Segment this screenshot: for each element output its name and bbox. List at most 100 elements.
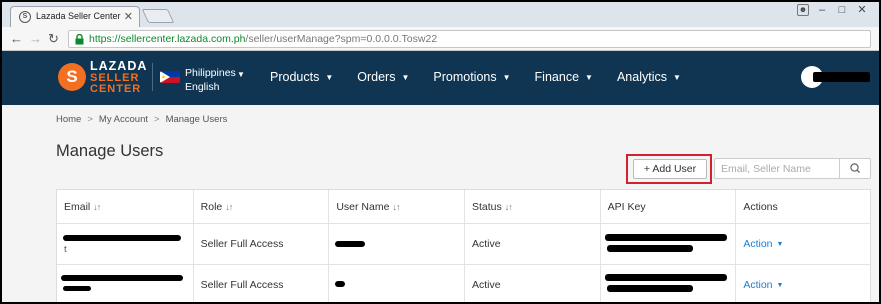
tab-title: Lazada Seller Center xyxy=(36,11,121,21)
new-tab-button[interactable] xyxy=(141,9,175,23)
menu-item-analytics[interactable]: Analytics ▼ xyxy=(617,70,681,84)
column-label: Status xyxy=(472,200,502,213)
menu-item-finance[interactable]: Finance ▼ xyxy=(535,70,593,84)
column-header-status[interactable]: Status ↓↑ xyxy=(465,190,601,223)
status-text: Active xyxy=(472,238,501,250)
add-user-button[interactable]: + Add User xyxy=(633,159,707,179)
menu-item-label: Products xyxy=(270,70,320,84)
column-label: Actions xyxy=(743,200,778,213)
chevron-down-icon: ▼ xyxy=(325,72,334,82)
actions-cell: Action ▼ xyxy=(736,265,870,302)
column-label: API Key xyxy=(607,200,646,213)
breadcrumb: Home > My Account > Manage Users xyxy=(56,114,227,125)
api-key-cell xyxy=(601,265,737,302)
api-key-cell xyxy=(601,224,737,264)
tab-close-icon[interactable]: ✕ xyxy=(124,10,133,23)
browser-window: S Lazada Seller Center ✕ ☻ – □ ✕ ← → ↻ h… xyxy=(2,2,879,302)
url-field[interactable]: https://sellercenter.lazada.com.ph/selle… xyxy=(68,30,871,48)
redacted-api-key xyxy=(606,245,693,252)
chevron-down-icon[interactable]: ▼ xyxy=(777,282,784,289)
redacted-email xyxy=(63,286,91,291)
philippines-flag-icon xyxy=(160,71,180,83)
logo-line-3: CENTER xyxy=(90,83,142,95)
browser-tab[interactable]: S Lazada Seller Center ✕ xyxy=(10,6,140,27)
status-text: Active xyxy=(472,279,501,291)
action-dropdown[interactable]: Action xyxy=(743,279,772,291)
redacted-api-key xyxy=(606,285,693,292)
sort-icon[interactable]: ↓↑ xyxy=(225,202,233,212)
status-cell: Active xyxy=(465,265,601,302)
address-bar: ← → ↻ https://sellercenter.lazada.com.ph… xyxy=(2,27,879,51)
search-input[interactable] xyxy=(715,159,840,178)
action-dropdown[interactable]: Action xyxy=(743,238,772,250)
redacted-email xyxy=(63,235,181,241)
redacted-api-key xyxy=(604,234,727,241)
sort-icon[interactable]: ↓↑ xyxy=(93,202,101,212)
chevron-down-icon: ▼ xyxy=(401,72,410,82)
profile-icon[interactable]: ☻ xyxy=(797,4,809,16)
seller-top-nav: S LAZADA SELLER CENTER Philippines Engli… xyxy=(2,51,879,105)
column-header-role[interactable]: Role ↓↑ xyxy=(194,190,330,223)
country-label: Philippines xyxy=(185,67,236,79)
role-text: Seller Full Access xyxy=(200,238,284,250)
role-text: Seller Full Access xyxy=(200,279,284,291)
column-header-user-name[interactable]: User Name ↓↑ xyxy=(329,190,465,223)
user-name-cell xyxy=(329,265,465,302)
column-header-actions: Actions xyxy=(736,190,870,223)
sort-icon[interactable]: ↓↑ xyxy=(392,202,400,212)
column-label: Email xyxy=(64,200,91,213)
chevron-down-icon: ▼ xyxy=(502,72,511,82)
sort-icon[interactable]: ↓↑ xyxy=(505,202,513,212)
redacted-user-name xyxy=(335,281,346,287)
lazada-logo-text[interactable]: LAZADA SELLER CENTER xyxy=(90,60,146,95)
forward-arrow-icon[interactable]: → xyxy=(29,31,42,46)
breadcrumb-home[interactable]: Home xyxy=(56,114,81,125)
menu-item-promotions[interactable]: Promotions ▼ xyxy=(433,70,510,84)
chevron-down-icon[interactable]: ▼ xyxy=(777,241,784,248)
email-cell: t xyxy=(57,224,194,264)
main-menu: Products ▼ Orders ▼ Promotions ▼ Finance ▼ A… xyxy=(270,70,705,84)
breadcrumb-my-account[interactable]: My Account xyxy=(99,114,148,125)
maximize-icon[interactable]: □ xyxy=(835,4,849,16)
lazada-logo-icon[interactable]: S xyxy=(58,63,86,91)
language-label: English xyxy=(185,81,220,93)
back-arrow-icon[interactable]: ← xyxy=(10,31,23,46)
close-window-icon[interactable]: ✕ xyxy=(855,4,869,16)
tab-strip: S Lazada Seller Center ✕ ☻ – □ ✕ xyxy=(2,2,879,27)
redacted-user-name xyxy=(335,241,366,247)
email-cell xyxy=(57,265,194,302)
role-cell: Seller Full Access xyxy=(194,224,330,264)
search-box xyxy=(714,158,871,179)
column-header-api-key: API Key xyxy=(601,190,737,223)
breadcrumb-separator: > xyxy=(154,114,160,125)
chevron-down-icon: ▼ xyxy=(672,72,681,82)
user-name-cell xyxy=(329,224,465,264)
menu-item-label: Finance xyxy=(534,70,580,84)
actions-cell: Action ▼ xyxy=(736,224,870,264)
redacted-account-name xyxy=(813,72,870,82)
table-row: Seller Full Access Active Action ▼ xyxy=(57,265,870,302)
url-text: https://sellercenter.lazada.com.ph/selle… xyxy=(89,33,437,45)
page-title: Manage Users xyxy=(56,142,164,160)
column-label: Role xyxy=(200,200,223,213)
menu-item-orders[interactable]: Orders ▼ xyxy=(357,70,409,84)
lock-icon xyxy=(75,34,84,45)
redacted-api-key xyxy=(604,274,727,281)
main-content: Home > My Account > Manage Users Manage … xyxy=(2,105,879,302)
nav-divider xyxy=(152,63,153,91)
search-button[interactable] xyxy=(839,159,870,178)
country-selector[interactable]: Philippines English xyxy=(185,66,236,94)
menu-item-label: Analytics xyxy=(616,70,667,84)
minimize-icon[interactable]: – xyxy=(815,4,829,16)
lazada-favicon-icon: S xyxy=(19,11,31,23)
table-row: t Seller Full Access Active Action ▼ xyxy=(57,224,870,265)
url-path: /seller/userManage?spm=0.0.0.0.Tosw22 xyxy=(245,33,438,45)
chevron-down-icon[interactable]: ▼ xyxy=(237,70,245,79)
menu-item-products[interactable]: Products ▼ xyxy=(270,70,333,84)
status-cell: Active xyxy=(465,224,601,264)
window-controls: ☻ – □ ✕ xyxy=(797,4,869,16)
reload-icon[interactable]: ↻ xyxy=(48,31,59,47)
redacted-email xyxy=(61,275,183,281)
column-header-email[interactable]: Email ↓↑ xyxy=(57,190,194,223)
table-header-row: Email ↓↑ Role ↓↑ User Name ↓↑ Status ↓↑ API … xyxy=(57,190,870,224)
